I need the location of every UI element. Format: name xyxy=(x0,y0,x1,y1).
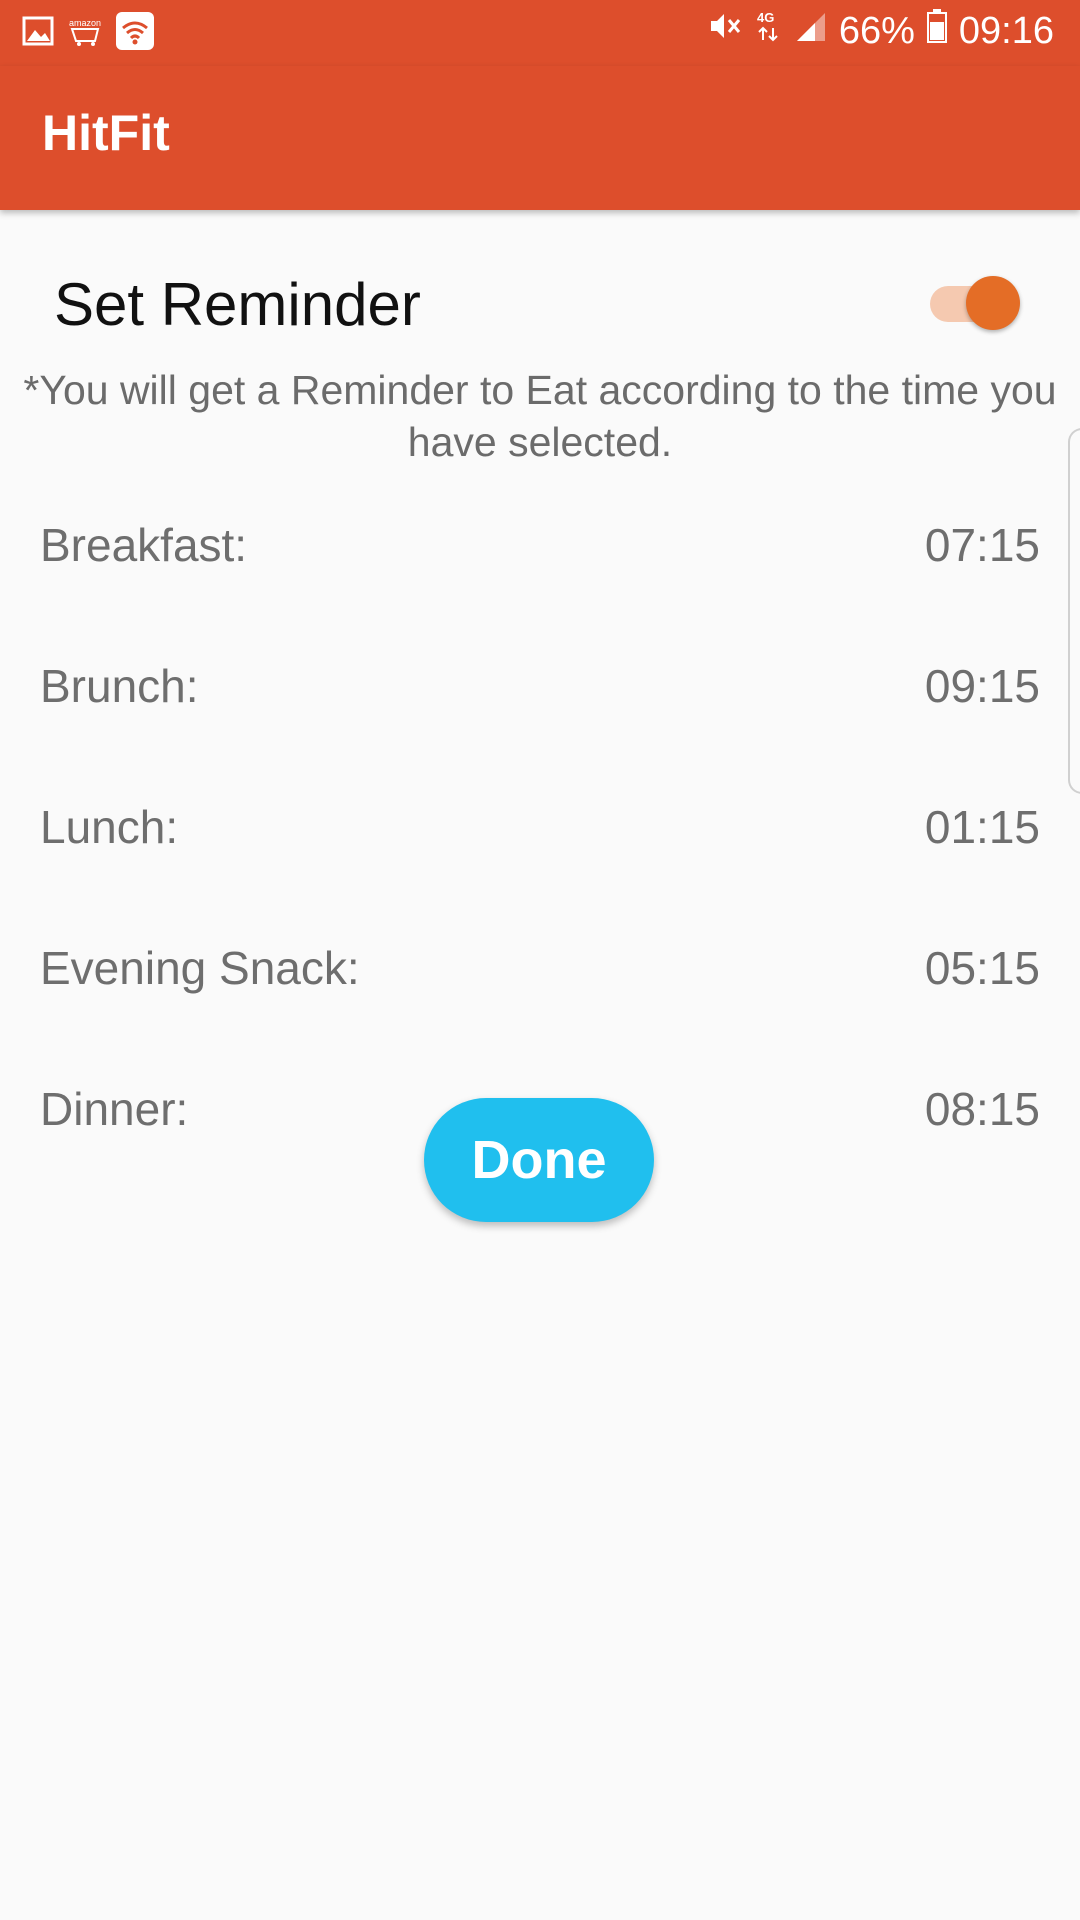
app-title: HitFit xyxy=(42,105,170,161)
meal-time[interactable]: 07:15 xyxy=(925,518,1040,572)
meal-time[interactable]: 05:15 xyxy=(925,941,1040,995)
meal-time[interactable]: 08:15 xyxy=(925,1082,1040,1136)
edge-panel-handle[interactable] xyxy=(1068,428,1080,794)
reminder-screen: Set Reminder *You will get a Reminder to… xyxy=(0,210,1080,1920)
status-left-icons: amazon xyxy=(22,12,154,55)
meal-row-breakfast[interactable]: Breakfast: 07:15 xyxy=(40,518,1040,588)
meal-time[interactable]: 01:15 xyxy=(925,800,1040,854)
meal-time[interactable]: 09:15 xyxy=(925,659,1040,713)
meal-label: Evening Snack: xyxy=(40,942,360,994)
meal-label: Lunch: xyxy=(40,801,179,853)
battery-percent: 66% xyxy=(838,9,915,52)
meal-label: Dinner: xyxy=(40,1083,189,1135)
clock: 09:16 xyxy=(958,9,1054,52)
meal-row-evening-snack[interactable]: Evening Snack: 05:15 xyxy=(40,941,1040,1011)
meal-label: Brunch: xyxy=(40,660,199,712)
gallery-icon xyxy=(22,15,54,52)
reminder-note: *You will get a Reminder to Eat accordin… xyxy=(23,367,1057,465)
battery-icon xyxy=(926,9,947,53)
signal-icon xyxy=(795,10,827,53)
wifi-icon xyxy=(116,12,154,55)
meal-row-brunch[interactable]: Brunch: 09:15 xyxy=(40,659,1040,729)
svg-text:4G: 4G xyxy=(757,10,774,25)
reminder-toggle[interactable] xyxy=(930,276,1020,330)
toggle-thumb xyxy=(966,276,1020,330)
done-button[interactable]: Done xyxy=(424,1098,654,1222)
amazon-icon: amazon xyxy=(68,15,102,52)
mute-icon xyxy=(707,8,743,54)
network-4g-icon: 4G xyxy=(755,8,783,54)
status-bar: amazon 4G 66% 09:16 xyxy=(0,0,1080,66)
status-right-icons: 4G 66% 09:16 xyxy=(707,8,1054,54)
meal-row-lunch[interactable]: Lunch: 01:15 xyxy=(40,800,1040,870)
meal-label: Breakfast: xyxy=(40,519,248,571)
app-bar: HitFit xyxy=(0,66,1080,210)
set-reminder-title: Set Reminder xyxy=(54,271,421,338)
svg-text:amazon: amazon xyxy=(69,18,101,28)
